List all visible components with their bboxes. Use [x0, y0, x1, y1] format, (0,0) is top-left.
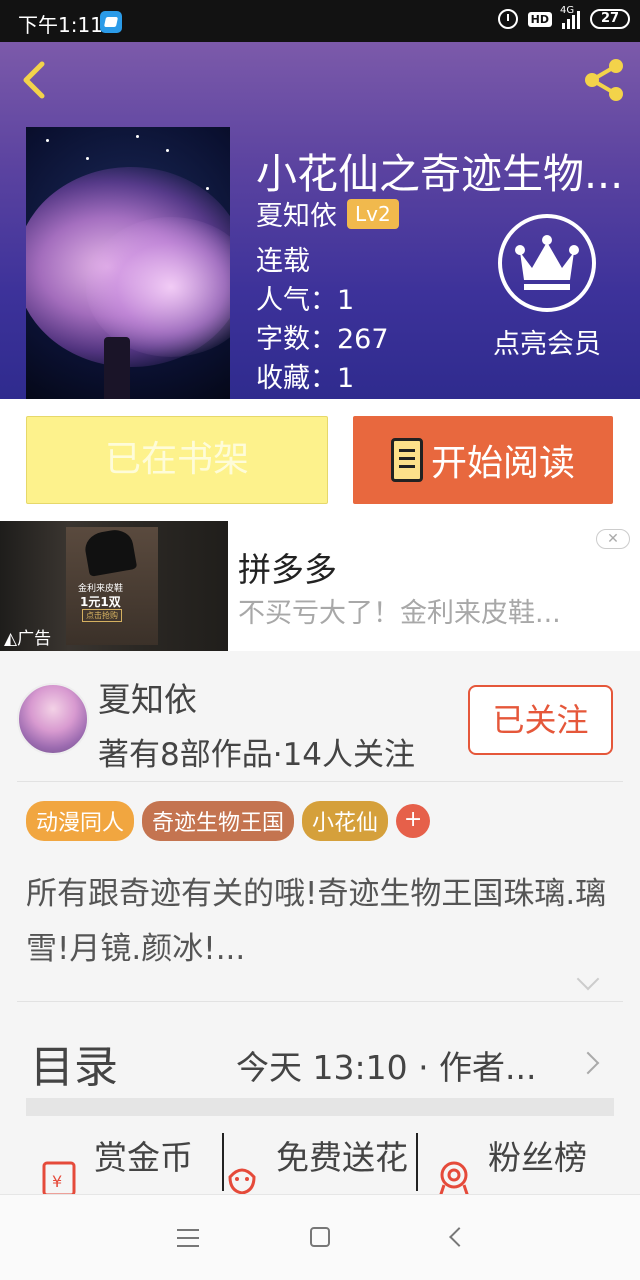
start-reading-label: 开始阅读: [430, 443, 575, 484]
home-icon[interactable]: [310, 1227, 330, 1247]
author-level-badge: Lv2: [347, 198, 399, 229]
back-arrow-icon[interactable]: [18, 60, 58, 100]
divider: [17, 781, 623, 782]
word-count-value: 267: [337, 324, 389, 355]
avatar[interactable]: [17, 683, 89, 755]
reward-coins-label: 赏金币: [94, 1138, 193, 1177]
share-icon[interactable]: [580, 56, 628, 104]
ad-description[interactable]: 不买亏大了！金利来皮鞋...: [238, 591, 561, 630]
divider: [416, 1133, 418, 1191]
book-author[interactable]: 夏知依: [256, 194, 337, 233]
status-bar: 下午1:11 HD 4G 27: [0, 0, 640, 42]
app-notification-icon: [100, 11, 122, 33]
ad-image-line3: 点击抢购: [82, 609, 122, 622]
book-status: 连载: [256, 246, 310, 277]
book-header: 小花仙之奇迹生物... 夏知依 Lv2 连载 人气：1 字数：267 收藏：1 …: [0, 42, 640, 399]
send-flowers-label: 免费送花: [276, 1138, 408, 1177]
book-cover[interactable]: [26, 127, 230, 399]
on-shelf-button[interactable]: 已在书架: [26, 416, 328, 504]
book-actions: 已在书架 开始阅读: [0, 399, 640, 521]
add-tag-button[interactable]: +: [396, 804, 431, 838]
ad-tag: ◭广告: [4, 629, 52, 649]
tag-item[interactable]: 奇迹生物王国: [142, 801, 295, 841]
popularity-stat: 人气：1: [256, 278, 354, 317]
send-flowers-button[interactable]: 免费送花: [222, 1131, 408, 1199]
medal-icon: [438, 1161, 470, 1198]
ad-image-line2: 1元1双: [80, 595, 121, 609]
follow-button[interactable]: 已关注: [468, 685, 613, 755]
toc-title: 目录: [30, 1042, 118, 1093]
signal-icon: 4G: [560, 5, 580, 29]
system-nav-bar: [0, 1194, 640, 1280]
close-icon[interactable]: ✕: [596, 529, 630, 549]
chevron-right-icon: [576, 1051, 600, 1075]
book-title: 小花仙之奇迹生物...: [256, 150, 624, 198]
vip-label: 点亮会员: [493, 329, 601, 360]
word-count-stat: 字数：267: [256, 317, 389, 356]
popularity-label: 人气：: [256, 285, 337, 316]
tag-list: 动漫同人 奇迹生物王国 小花仙 +: [26, 801, 431, 841]
tag-item[interactable]: 小花仙: [302, 801, 389, 841]
tag-item[interactable]: 动漫同人: [26, 801, 135, 841]
network-type: 4G: [560, 5, 575, 16]
favorites-stat: 收藏：1: [256, 356, 354, 395]
red-envelope-icon: ¥: [42, 1161, 76, 1197]
flower-icon: [228, 1168, 256, 1195]
book-icon: [390, 438, 423, 482]
vip-button[interactable]: 点亮会员: [486, 214, 608, 361]
favorites-value: 1: [337, 363, 355, 394]
start-reading-button[interactable]: 开始阅读: [353, 416, 613, 504]
reward-coins-button[interactable]: ¥ 赏金币: [40, 1131, 193, 1199]
fans-ranking-button[interactable]: 粉丝榜: [434, 1131, 587, 1199]
interaction-bar: ¥ 赏金币 免费送花 粉丝榜: [26, 1131, 616, 1201]
status-time: 下午1:11: [18, 13, 103, 37]
section-separator: [26, 1098, 614, 1116]
svg-text:¥: ¥: [52, 1172, 62, 1191]
fans-ranking-label: 粉丝榜: [488, 1138, 587, 1177]
crown-icon: [498, 214, 596, 312]
battery-indicator: 27: [590, 9, 630, 29]
word-count-label: 字数：: [256, 324, 337, 355]
menu-icon[interactable]: [177, 1229, 199, 1253]
popularity-value: 1: [337, 285, 355, 316]
ad-image[interactable]: 金利来皮鞋 1元1双 点击抢购 ◭广告: [0, 521, 228, 651]
ad-title[interactable]: 拼多多: [238, 543, 337, 591]
book-description: 所有跟奇迹有关的哦!奇迹生物王国珠璃.璃雪!月镜.颜冰!...: [26, 876, 607, 967]
author-name[interactable]: 夏知依: [98, 673, 197, 721]
table-of-contents-row[interactable]: 目录 今天 13:10 · 作者...: [26, 1019, 616, 1109]
ad-banner[interactable]: 金利来皮鞋 1元1双 点击抢购 ◭广告 拼多多 不买亏大了！金利来皮鞋... ✕: [0, 521, 640, 651]
author-stats: 著有8部作品·14人关注: [98, 737, 416, 773]
alarm-icon: [497, 9, 518, 29]
favorites-label: 收藏：: [256, 363, 337, 394]
back-icon[interactable]: [449, 1227, 469, 1247]
hd-badge: HD: [527, 11, 552, 27]
toc-update-time: 今天 13:10 · 作者...: [236, 1048, 537, 1087]
divider: [17, 1001, 623, 1002]
